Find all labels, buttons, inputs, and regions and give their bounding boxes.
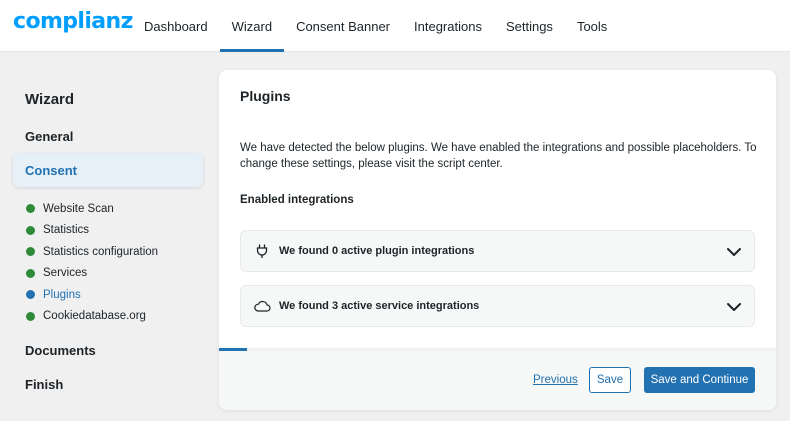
complianz-logo[interactable]: complianz [13, 9, 133, 34]
sidebar-section-general[interactable]: General [25, 129, 73, 144]
plugins-description: We have detected the below plugins. We h… [240, 142, 757, 170]
chevron-down-icon[interactable] [726, 244, 742, 260]
service-integrations-accordion[interactable]: We found 3 active service integrations [240, 285, 755, 327]
previous-link[interactable]: Previous [533, 374, 578, 386]
check-icon [26, 268, 35, 278]
check-icon [26, 225, 35, 235]
sidebar-step-label: Statistics [43, 224, 90, 237]
sidebar-section-consent[interactable]: Consent [13, 153, 203, 187]
sidebar-step-label: Plugins [43, 288, 81, 301]
sidebar-title: Wizard [25, 91, 75, 108]
sidebar-steps: Website Scan Statistics Statistics confi… [26, 198, 216, 327]
nav-tools[interactable]: Tools [565, 0, 619, 52]
chevron-down-icon[interactable] [726, 299, 742, 315]
sidebar-step-statistics[interactable]: Statistics [26, 220, 216, 242]
sidebar-step-website-scan[interactable]: Website Scan [26, 198, 216, 220]
current-step-icon [26, 290, 35, 300]
top-bar: complianz Dashboard Wizard Consent Banne… [0, 0, 790, 52]
sidebar-step-label: Website Scan [43, 202, 114, 215]
sidebar-step-cookiedatabase[interactable]: Cookiedatabase.org [26, 306, 216, 328]
save-and-continue-button[interactable]: Save and Continue [644, 367, 755, 393]
save-button[interactable]: Save [589, 367, 631, 393]
check-icon [26, 204, 35, 214]
sidebar-step-label: Cookiedatabase.org [43, 310, 146, 323]
check-icon [26, 311, 35, 321]
wizard-sidebar: Wizard General Consent Website Scan Stat… [0, 53, 218, 421]
sidebar-section-finish[interactable]: Finish [25, 377, 63, 392]
nav-dashboard[interactable]: Dashboard [132, 0, 220, 52]
plugins-card: Plugins We have detected the below plugi… [219, 70, 776, 410]
accordion-label: We found 0 active plugin integrations [279, 245, 475, 257]
plug-icon [253, 242, 271, 260]
sidebar-step-statistics-configuration[interactable]: Statistics configuration [26, 241, 216, 263]
nav-consent-banner[interactable]: Consent Banner [284, 0, 402, 52]
nav-integrations[interactable]: Integrations [402, 0, 494, 52]
accordion-label: We found 3 active service integrations [279, 300, 480, 312]
plugin-integrations-accordion[interactable]: We found 0 active plugin integrations [240, 230, 755, 272]
card-footer: Previous Save Save and Continue [219, 351, 776, 410]
enabled-integrations-heading: Enabled integrations [240, 194, 354, 206]
sidebar-step-services[interactable]: Services [26, 263, 216, 285]
cloud-icon [253, 297, 271, 315]
page-title: Plugins [240, 88, 291, 104]
sidebar-section-documents[interactable]: Documents [25, 343, 96, 358]
sidebar-step-label: Services [43, 267, 88, 280]
sidebar-step-plugins[interactable]: Plugins [26, 284, 216, 306]
nav-wizard[interactable]: Wizard [219, 0, 285, 52]
check-icon [26, 247, 35, 257]
main-nav: Dashboard Wizard Consent Banner Integrat… [132, 0, 619, 52]
sidebar-step-label: Statistics configuration [43, 245, 159, 258]
nav-settings[interactable]: Settings [494, 0, 565, 52]
